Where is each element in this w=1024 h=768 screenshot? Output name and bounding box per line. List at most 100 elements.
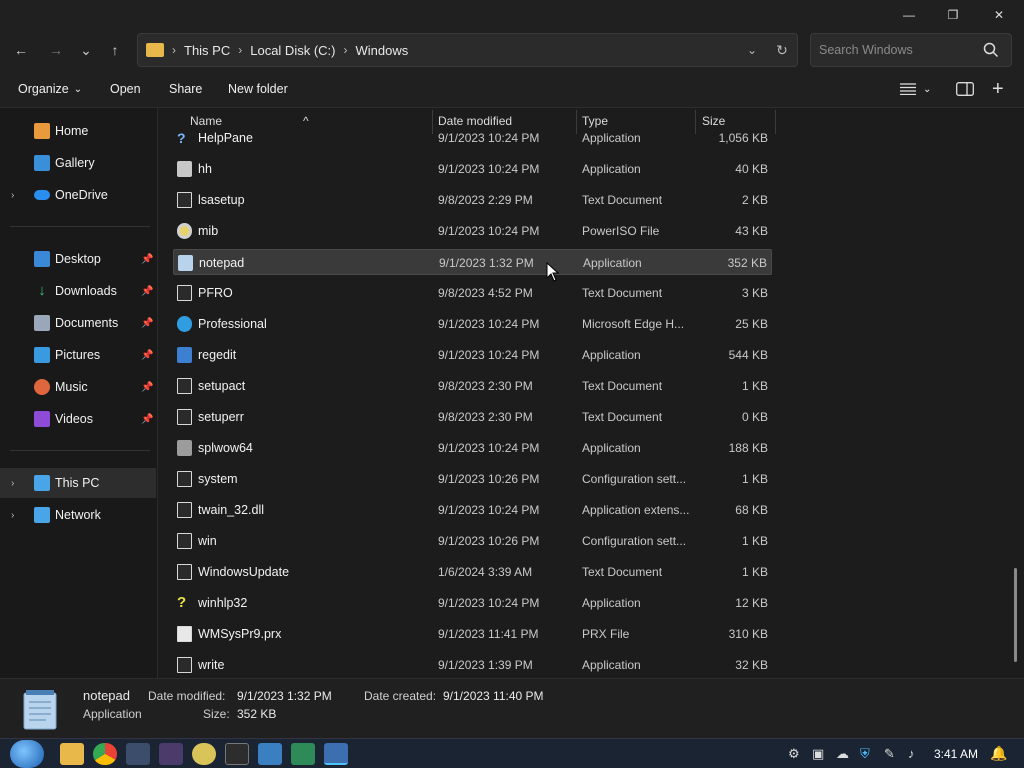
file-type: PRX File: [582, 627, 630, 641]
file-row[interactable]: Professional 9/1/2023 10:24 PM Microsoft…: [173, 311, 772, 337]
sidebar-item-documents[interactable]: Documents 📌: [0, 308, 156, 338]
file-row[interactable]: ? HelpPane 9/1/2023 10:24 PM Application…: [173, 125, 772, 151]
navigation-pane: Home Gallery › OneDrive Desktop 📌 ↓ Down…: [0, 108, 158, 678]
pin-icon[interactable]: 📌: [141, 286, 153, 297]
file-size: 1 KB: [741, 534, 768, 548]
recent-locations-button[interactable]: ⌄: [72, 36, 100, 64]
file-row[interactable]: regedit 9/1/2023 10:24 PM Application 54…: [173, 342, 772, 368]
forward-button[interactable]: →: [42, 36, 70, 64]
sidebar-item-desktop[interactable]: Desktop 📌: [0, 244, 156, 274]
sidebar-item-this-pc[interactable]: › This PC: [0, 468, 156, 498]
file-name: lsasetup: [198, 193, 245, 207]
cloud-icon[interactable]: ☁: [836, 746, 849, 762]
new-folder-button[interactable]: New folder: [228, 70, 288, 108]
file-row[interactable]: write 9/1/2023 1:39 PM Application 32 KB: [173, 652, 772, 678]
close-button[interactable]: ✕: [976, 0, 1022, 30]
column-divider[interactable]: [775, 110, 776, 134]
vertical-scrollbar[interactable]: [1014, 568, 1017, 662]
file-row-selected[interactable]: notepad 9/1/2023 1:32 PM Application 352…: [173, 249, 772, 275]
file-row[interactable]: hh 9/1/2023 10:24 PM Application 40 KB: [173, 156, 772, 182]
file-row[interactable]: twain_32.dll 9/1/2023 10:24 PM Applicati…: [173, 497, 772, 523]
preview-pane-button[interactable]: [956, 70, 974, 108]
file-row[interactable]: PFRO 9/8/2023 4:52 PM Text Document 3 KB: [173, 280, 772, 306]
file-date: 9/1/2023 10:26 PM: [438, 472, 540, 486]
file-size: 544 KB: [728, 348, 768, 362]
breadcrumb-local-disk[interactable]: Local Disk (C:): [250, 43, 335, 58]
sidebar-item-home[interactable]: Home: [0, 116, 156, 146]
pen-icon[interactable]: ✎: [884, 746, 895, 762]
view-options-button[interactable]: ⌄: [900, 70, 931, 108]
terminal-icon[interactable]: [225, 743, 249, 765]
file-row[interactable]: system 9/1/2023 10:26 PM Configuration s…: [173, 466, 772, 492]
tray-icon[interactable]: ▣: [812, 746, 824, 762]
back-button[interactable]: ←: [7, 36, 35, 64]
file-row[interactable]: ? winhlp32 9/1/2023 10:24 PM Application…: [173, 590, 772, 616]
chevron-right-icon[interactable]: ›: [11, 478, 14, 489]
pin-icon[interactable]: 📌: [141, 382, 153, 393]
chevron-right-icon[interactable]: ›: [11, 510, 14, 521]
chrome-icon[interactable]: [93, 743, 117, 765]
breadcrumb-this-pc[interactable]: This PC: [184, 43, 230, 58]
start-button[interactable]: [10, 740, 44, 768]
file-row[interactable]: splwow64 9/1/2023 10:24 PM Application 1…: [173, 435, 772, 461]
file-type: Text Document: [582, 379, 663, 393]
details-pane: notepad Application Date modified: 9/1/2…: [0, 678, 1024, 738]
pin-icon[interactable]: 📌: [141, 350, 153, 361]
up-button[interactable]: ↑: [101, 36, 129, 64]
address-bar[interactable]: › This PC › Local Disk (C:) › Windows ⌄ …: [137, 33, 798, 67]
app-icon[interactable]: [258, 743, 282, 765]
sidebar-item-downloads[interactable]: ↓ Downloads 📌: [0, 276, 156, 306]
file-row[interactable]: lsasetup 9/8/2023 2:29 PM Text Document …: [173, 187, 772, 213]
search-icon[interactable]: [983, 42, 999, 58]
tray-icon[interactable]: ⚙: [788, 746, 800, 762]
file-row[interactable]: setuperr 9/8/2023 2:30 PM Text Document …: [173, 404, 772, 430]
chevron-right-icon[interactable]: ›: [11, 190, 14, 201]
restore-button[interactable]: ❐: [930, 0, 976, 30]
app-icon[interactable]: [291, 743, 315, 765]
sidebar-item-network[interactable]: › Network: [0, 500, 156, 530]
sidebar-item-music[interactable]: Music 📌: [0, 372, 156, 402]
file-name: setuperr: [198, 410, 244, 424]
pin-icon[interactable]: 📌: [141, 254, 153, 265]
refresh-icon[interactable]: ↻: [767, 42, 797, 59]
details-date-modified-label: Date modified:: [148, 689, 226, 703]
file-date: 9/8/2023 4:52 PM: [438, 286, 533, 300]
add-icon[interactable]: +: [992, 70, 1004, 108]
explorer-active-icon[interactable]: [324, 743, 348, 765]
search-input[interactable]: [819, 43, 979, 57]
sidebar-item-pictures[interactable]: Pictures 📌: [0, 340, 156, 370]
search-box[interactable]: [810, 33, 1012, 67]
file-row[interactable]: WindowsUpdate 1/6/2024 3:39 AM Text Docu…: [173, 559, 772, 585]
computer-icon: [34, 475, 50, 491]
address-dropdown-icon[interactable]: ⌄: [737, 43, 767, 57]
sidebar-item-label: Videos: [55, 412, 93, 426]
file-size: 1 KB: [741, 472, 768, 486]
app-icon[interactable]: [126, 743, 150, 765]
volume-icon[interactable]: ♪: [908, 746, 915, 761]
file-row[interactable]: WMSysPr9.prx 9/1/2023 11:41 PM PRX File …: [173, 621, 772, 647]
file-row[interactable]: setupact 9/8/2023 2:30 PM Text Document …: [173, 373, 772, 399]
organize-button[interactable]: Organize ⌄: [18, 70, 82, 108]
pin-icon[interactable]: 📌: [141, 318, 153, 329]
minimize-button[interactable]: —: [886, 0, 932, 30]
open-button[interactable]: Open: [110, 70, 141, 108]
file-row[interactable]: win 9/1/2023 10:26 PM Configuration sett…: [173, 528, 772, 554]
sidebar-item-videos[interactable]: Videos 📌: [0, 404, 156, 434]
file-type: Application: [582, 658, 641, 672]
notification-icon[interactable]: 🔔: [990, 745, 1007, 762]
pin-icon[interactable]: 📌: [141, 414, 153, 425]
clock[interactable]: 3:41 AM: [934, 747, 978, 761]
app-icon[interactable]: [159, 743, 183, 765]
sidebar-item-onedrive[interactable]: › OneDrive: [0, 180, 156, 210]
home-icon: [34, 123, 50, 139]
file-row[interactable]: mib 9/1/2023 10:24 PM PowerISO File 43 K…: [173, 218, 772, 244]
file-explorer-icon[interactable]: [60, 743, 84, 765]
security-icon[interactable]: ⛨: [860, 746, 870, 762]
file-date: 9/1/2023 10:24 PM: [438, 162, 540, 176]
sidebar-item-gallery[interactable]: Gallery: [0, 148, 156, 178]
share-button[interactable]: Share: [169, 70, 202, 108]
divider: [10, 226, 150, 227]
details-size-label: Size:: [203, 707, 230, 721]
breadcrumb-windows[interactable]: Windows: [355, 43, 408, 58]
disc-icon[interactable]: [192, 743, 216, 765]
